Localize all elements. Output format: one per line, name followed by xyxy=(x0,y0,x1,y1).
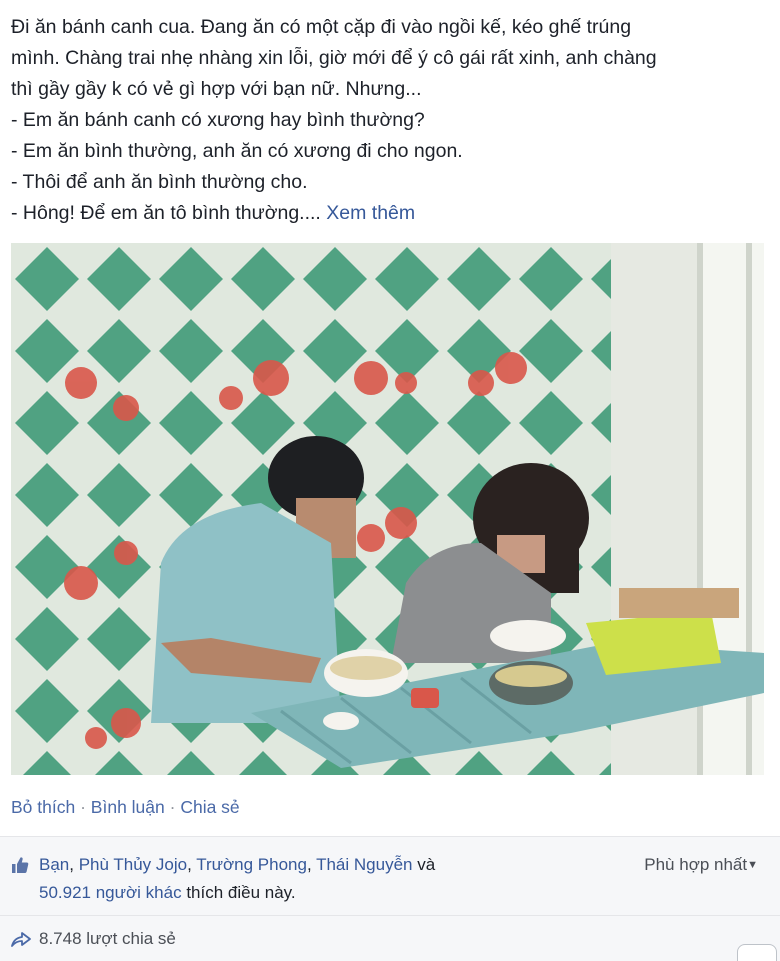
liker-name[interactable]: Thái Nguyễn xyxy=(316,855,412,874)
see-more-link[interactable]: Xem thêm xyxy=(326,202,415,224)
post-line-text: - Hông! Để em ăn tô bình thường.... xyxy=(11,202,321,224)
post-photo[interactable] xyxy=(11,243,764,775)
comment-sort-dropdown[interactable]: Phù hợp nhất▼ xyxy=(644,851,758,879)
likes-and: và xyxy=(417,855,436,874)
chat-bubble-icon[interactable] xyxy=(737,944,777,961)
shares-count-link[interactable]: 8.748 lượt chia sẻ xyxy=(39,929,176,949)
thumbs-up-icon xyxy=(12,857,29,873)
photo-illustration xyxy=(11,243,764,775)
liker-name[interactable]: Trường Phong xyxy=(196,855,307,874)
post-line: thì gầy gầy k có vẻ gì hợp với bạn nữ. N… xyxy=(11,78,422,100)
caret-down-icon: ▼ xyxy=(747,859,758,871)
action-separator: · xyxy=(80,797,86,817)
post-line: - Em ăn bình thường, anh ăn có xương đi … xyxy=(11,140,463,162)
action-separator: · xyxy=(169,797,176,817)
likes-text: Bạn, Phù Thủy Jojo, Trường Phong, Thái N… xyxy=(39,855,436,902)
post-line: - Thôi để anh ăn bình thường cho. xyxy=(11,171,308,193)
liker-name[interactable]: Phù Thủy Jojo xyxy=(79,855,187,874)
post-line: - Em ăn bánh canh có xương hay bình thườ… xyxy=(11,109,425,131)
post-message: Đi ăn bánh canh cua. Đang ăn có một cặp … xyxy=(11,12,771,229)
sort-label: Phù hợp nhất xyxy=(644,855,748,874)
comment-button[interactable]: Bình luận xyxy=(91,797,165,817)
post-line: Đi ăn bánh canh cua. Đang ăn có một cặp … xyxy=(11,16,632,38)
feedback-divider xyxy=(0,915,780,916)
unlike-button[interactable]: Bỏ thích xyxy=(11,797,75,817)
others-link[interactable]: 50.921 người khác xyxy=(39,883,182,902)
share-button[interactable]: Chia sẻ xyxy=(180,797,239,817)
post-line: mình. Chàng trai nhẹ nhàng xin lỗi, giờ … xyxy=(11,47,657,69)
liker-name[interactable]: Bạn xyxy=(39,855,69,874)
share-arrow-icon xyxy=(11,932,31,947)
likes-suffix: thích điều này. xyxy=(186,883,296,902)
post-line-last: - Hông! Để em ăn tô bình thường.... Xem … xyxy=(11,198,771,229)
post-actions: Bỏ thích · Bình luận · Chia sẻ xyxy=(11,797,240,818)
